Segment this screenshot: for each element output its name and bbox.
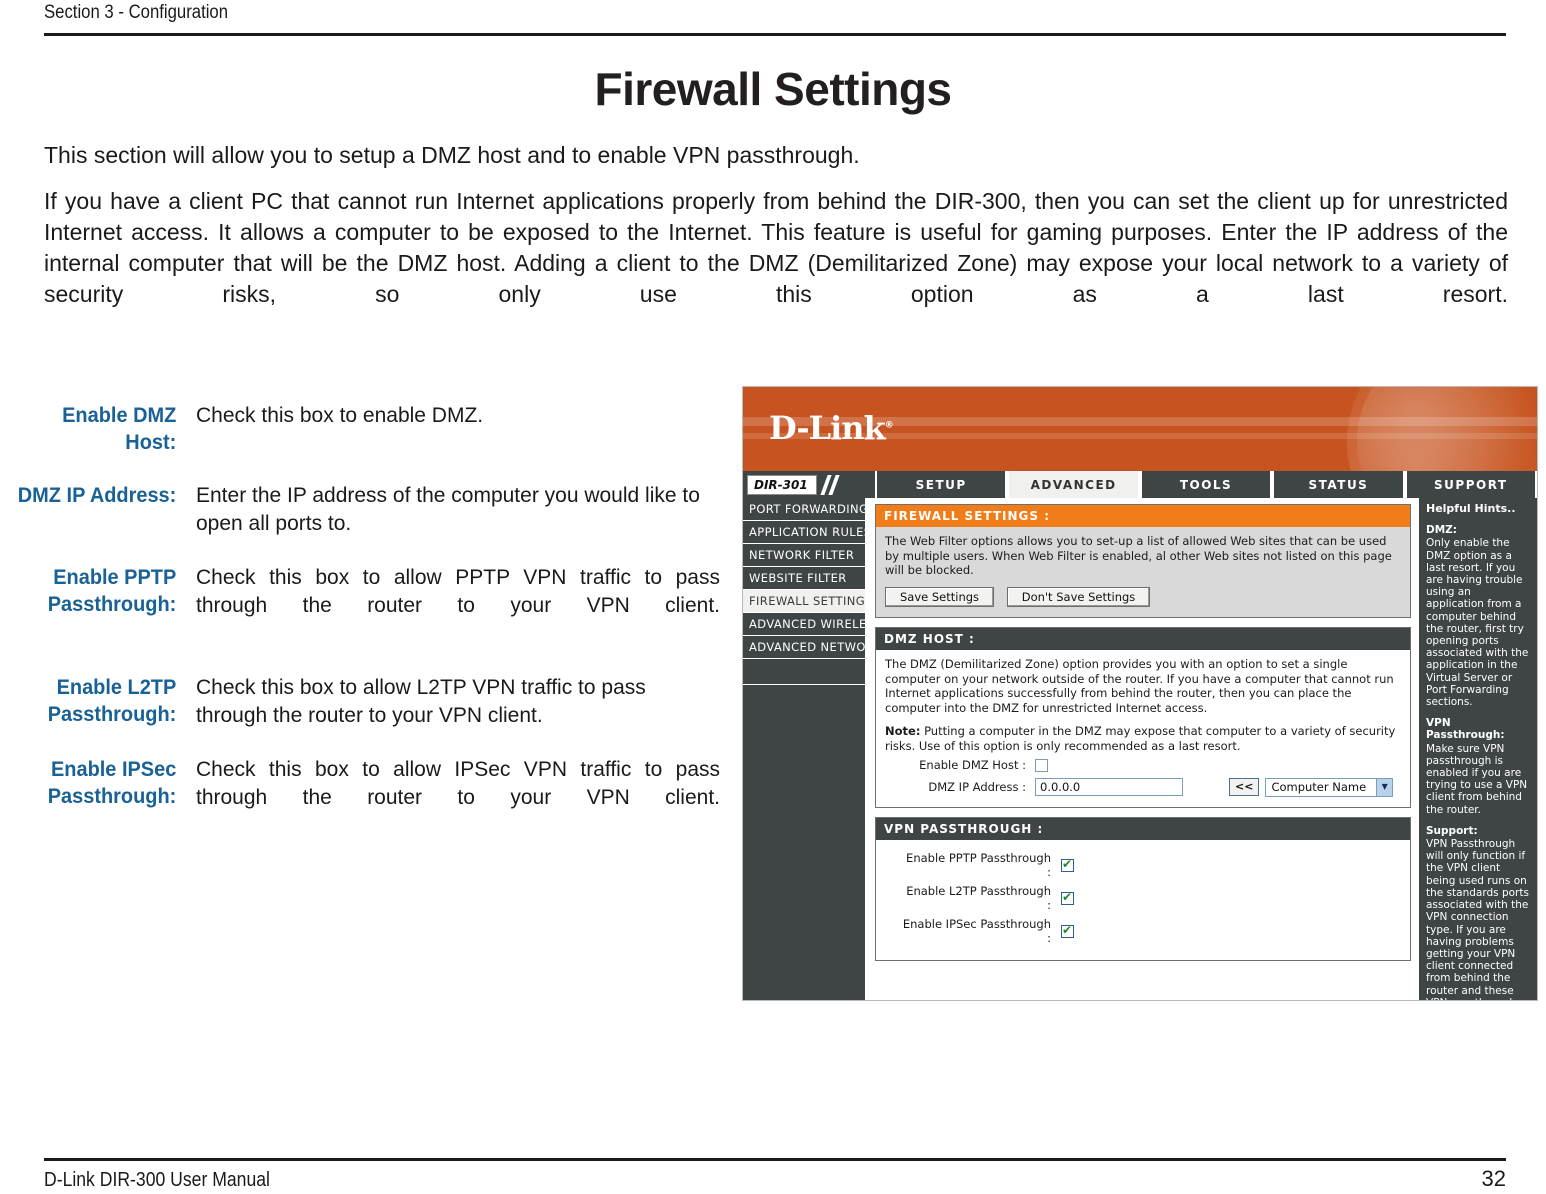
tab-tools[interactable]: TOOLS (1139, 471, 1273, 498)
definition-row-enable-l2tp-passthrough: Enable L2TP Passthrough: Check this box … (0, 674, 720, 730)
main-content: FIREWALL SETTINGS : The Web Filter optio… (865, 498, 1419, 1000)
definition-description: Check this box to allow L2TP VPN traffic… (196, 676, 646, 727)
page-header: Section 3 - Configuration (44, 0, 1506, 36)
banner-swoosh-decoration (1357, 387, 1537, 471)
intro-text: This section will allow you to setup a D… (44, 140, 1508, 356)
dmz-ip-address-label: DMZ IP Address : (928, 779, 1026, 794)
dmz-description: The DMZ (Demilitarized Zone) option prov… (885, 657, 1394, 715)
sidebar-menu: PORT FORWARDING APPLICATION RULES NETWOR… (743, 498, 882, 1000)
chevron-down-icon: ▼ (1376, 778, 1393, 796)
enable-dmz-host-checkbox[interactable] (1035, 758, 1048, 772)
dmz-ip-address-input[interactable]: 0.0.0.0 (1035, 778, 1183, 796)
copy-computer-name-button[interactable]: << (1229, 777, 1260, 797)
enable-pptp-passthrough-checkbox[interactable] (1061, 857, 1074, 872)
dlink-logo-text: D-Link (769, 409, 886, 447)
main-navigation-bar: DIR-301 SETUP ADVANCED TOOLS STATUS SUPP… (743, 471, 1537, 498)
footer-manual-title: D-Link DIR-300 User Manual (44, 1169, 270, 1191)
enable-ipsec-passthrough-label: Enable IPSec Passthrough : (902, 916, 1051, 946)
sidebar-item-port-forwarding[interactable]: PORT FORWARDING (743, 498, 868, 521)
field-description-list: Enable DMZ Host: Check this box to enabl… (0, 402, 720, 866)
enable-l2tp-passthrough-checkbox[interactable] (1061, 890, 1074, 905)
vpn-passthrough-panel-title: VPN PASSTHROUGH : (876, 817, 1410, 840)
hint-text-dmz: Only enable the DMZ option as a last res… (1426, 537, 1529, 709)
definition-row-dmz-ip-address: DMZ IP Address: Enter the IP address of … (0, 482, 720, 538)
sidebar-item-application-rules[interactable]: APPLICATION RULES (743, 521, 871, 544)
enable-l2tp-passthrough-label: Enable L2TP Passthrough : (906, 883, 1051, 913)
definition-label: Enable IPSec Passthrough: (47, 758, 177, 808)
tab-status[interactable]: STATUS (1272, 471, 1405, 498)
enable-pptp-passthrough-row: Enable PPTP Passthrough : (901, 851, 1401, 880)
tab-advanced[interactable]: ADVANCED (1007, 471, 1140, 498)
computer-name-select-value: Computer Name (1271, 779, 1367, 794)
intro-paragraph-1: This section will allow you to setup a D… (44, 142, 860, 168)
nav-spacer (865, 471, 875, 498)
ui-body: PORT FORWARDING APPLICATION RULES NETWOR… (743, 498, 1537, 1000)
hint-text-support: VPN Passthrough will only function if th… (1426, 838, 1529, 1000)
save-settings-button[interactable]: Save Settings (885, 586, 995, 607)
definition-label: DMZ IP Address: (17, 484, 177, 507)
dmz-ip-address-row: DMZ IP Address : 0.0.0.0 << Computer Nam… (885, 777, 1401, 797)
firewall-button-row: Save Settings Don't Save Settings (885, 586, 1401, 607)
enable-dmz-host-label: Enable DMZ Host : (919, 758, 1026, 772)
definition-row-enable-dmz-host: Enable DMZ Host: Check this box to enabl… (0, 402, 720, 456)
hint-heading-dmz: DMZ: (1426, 524, 1457, 537)
footer-page-number: 32 (1481, 1166, 1506, 1191)
vpn-passthrough-panel: VPN PASSTHROUGH : Enable PPTP Passthroug… (875, 816, 1411, 961)
definition-row-enable-ipsec-passthrough: Enable IPSec Passthrough: Check this box… (0, 756, 720, 840)
firewall-settings-panel-title: FIREWALL SETTINGS : (876, 505, 1410, 527)
helpful-hints-title: Helpful Hints.. (1426, 502, 1516, 515)
section-label: Section 3 - Configuration (44, 2, 229, 23)
enable-pptp-passthrough-label: Enable PPTP Passthrough : (906, 850, 1051, 880)
sidebar-item-advanced-network[interactable]: ADVANCED NETWORK (743, 636, 882, 659)
brand-banner: D-Link® (743, 387, 1537, 471)
enable-ipsec-passthrough-row: Enable IPSec Passthrough : (901, 917, 1401, 946)
firewall-settings-panel: FIREWALL SETTINGS : The Web Filter optio… (875, 504, 1411, 618)
definition-description: Check this box to allow PPTP VPN traffic… (196, 566, 720, 617)
tab-setup[interactable]: SETUP (875, 471, 1008, 498)
sidebar-filler (743, 659, 865, 685)
definition-description: Check this box to allow IPSec VPN traffi… (196, 758, 720, 809)
dont-save-settings-button[interactable]: Don't Save Settings (1006, 586, 1151, 607)
hint-heading-support: Support: (1426, 824, 1478, 837)
hint-heading-vpn-passthrough: VPN Passthrough: (1426, 717, 1505, 742)
sidebar-item-advanced-wireless[interactable]: ADVANCED WIRELESS (743, 613, 882, 636)
definition-label: Enable PPTP Passthrough: (47, 566, 177, 616)
definition-description: Enter the IP address of the computer you… (196, 484, 700, 535)
model-badge: DIR-301 (743, 471, 865, 498)
computer-name-select[interactable]: Computer Name ▼ (1265, 777, 1394, 797)
registered-mark-icon: ® (884, 420, 894, 431)
page-footer: D-Link DIR-300 User Manual 32 (44, 1166, 1506, 1192)
tab-support[interactable]: SUPPORT (1404, 471, 1537, 498)
dlink-logo: D-Link® (769, 409, 894, 447)
enable-l2tp-passthrough-row: Enable L2TP Passthrough : (901, 884, 1401, 913)
dmz-host-panel-title: DMZ HOST : (876, 628, 1410, 650)
router-admin-screenshot: D-Link® DIR-301 SETUP ADVANCED TOOLS STA… (742, 386, 1538, 1001)
vpn-passthrough-panel-body: Enable PPTP Passthrough : Enable L2TP Pa… (876, 840, 1410, 960)
footer-divider (44, 1158, 1506, 1161)
slash-decoration-icon (820, 474, 840, 495)
dmz-host-panel-body: The DMZ (Demilitarized Zone) option prov… (876, 650, 1410, 807)
sidebar-item-network-filter[interactable]: NETWORK FILTER (743, 544, 865, 567)
definition-label: Enable DMZ Host: (62, 404, 177, 454)
dmz-note-text: Putting a computer in the DMZ may expose… (885, 724, 1396, 753)
definition-row-enable-pptp-passthrough: Enable PPTP Passthrough: Check this box … (0, 564, 720, 648)
sidebar-item-firewall-settings[interactable]: FIREWALL SETTINGS (743, 590, 872, 613)
firewall-settings-description: The Web Filter options allows you to set… (885, 534, 1392, 577)
hint-text-vpn-passthrough: Make sure VPN passthrough is enabled if … (1426, 742, 1528, 816)
model-name: DIR-301 (747, 474, 817, 495)
dmz-note-label: Note: (885, 724, 921, 738)
enable-dmz-host-row: Enable DMZ Host : (885, 758, 1401, 773)
definition-label: Enable L2TP Passthrough: (47, 676, 177, 726)
firewall-settings-panel-body: The Web Filter options allows you to set… (876, 527, 1410, 617)
dmz-host-panel: DMZ HOST : The DMZ (Demilitarized Zone) … (875, 627, 1411, 808)
definition-description: Check this box to enable DMZ. (196, 404, 484, 427)
sidebar-item-website-filter[interactable]: WEBSITE FILTER (743, 567, 865, 590)
helpful-hints-panel: Helpful Hints.. DMZ: Only enable the DMZ… (1419, 498, 1537, 1000)
header-divider (44, 33, 1506, 36)
enable-ipsec-passthrough-checkbox[interactable] (1061, 923, 1074, 938)
intro-paragraph-2: If you have a client PC that cannot run … (44, 188, 1508, 307)
page-title: Firewall Settings (594, 63, 952, 115)
dmz-note: Note: Putting a computer in the DMZ may … (885, 724, 1401, 753)
